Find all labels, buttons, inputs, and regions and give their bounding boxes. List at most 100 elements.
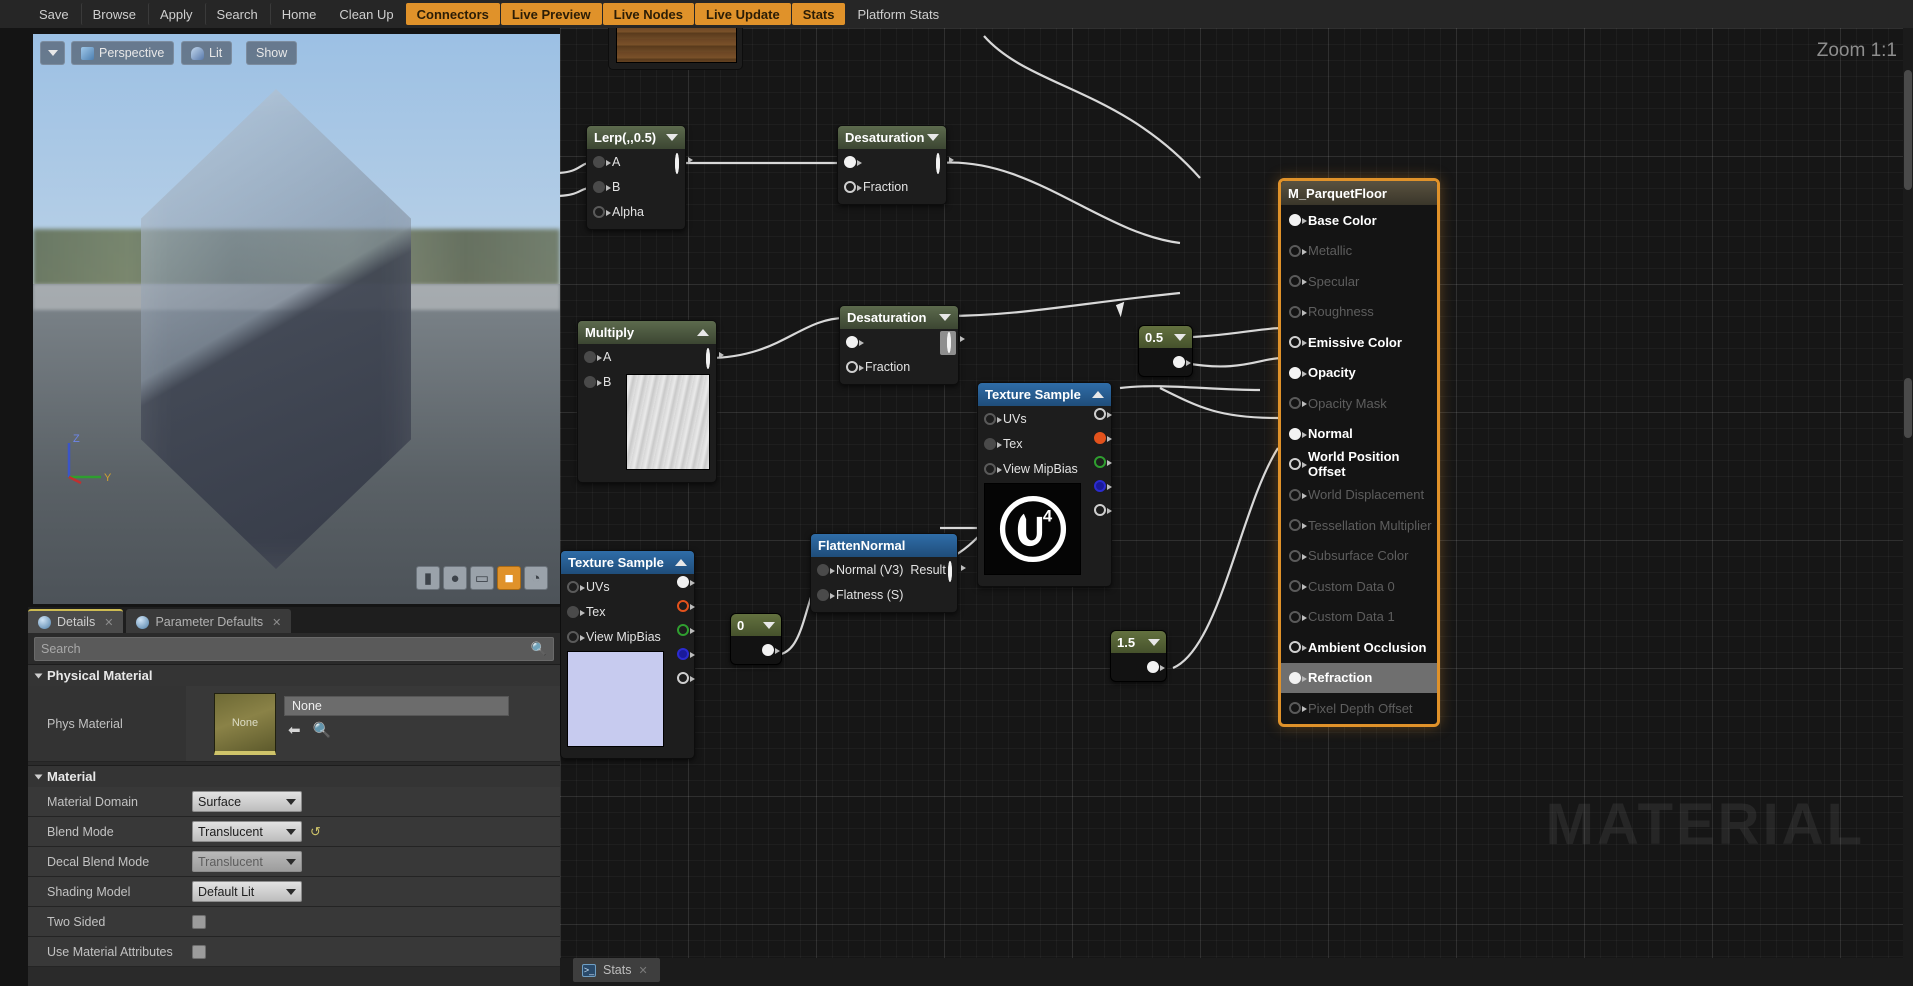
pin-dot-b[interactable]	[1094, 480, 1112, 492]
toolbar-button-search[interactable]: Search	[204, 3, 269, 25]
pin-dot[interactable]	[817, 588, 835, 601]
pin-dot[interactable]	[1289, 336, 1307, 349]
node-constant-zero[interactable]: 0	[730, 613, 782, 665]
pin-dot[interactable]	[1289, 641, 1307, 654]
pin-dot-r[interactable]	[677, 600, 695, 612]
pin-dot[interactable]	[584, 350, 602, 363]
pin-dot[interactable]	[1289, 580, 1307, 593]
node-header[interactable]: 0.5	[1139, 326, 1192, 348]
material-pin-tessellation-multiplier[interactable]: Tessellation Multiplier	[1281, 510, 1437, 541]
node-material-output[interactable]: M_ParquetFloor Base Color Metallic Specula…	[1278, 178, 1440, 727]
reset-to-default-icon[interactable]: ↺	[310, 824, 321, 840]
toolbar-button-apply[interactable]: Apply	[148, 3, 204, 25]
pin-dot[interactable]	[846, 360, 864, 373]
pin-output[interactable]	[936, 153, 940, 174]
pin-dot[interactable]	[1289, 610, 1307, 623]
pin-output[interactable]	[940, 331, 956, 355]
toolbar-button-clean-up[interactable]: Clean Up	[328, 3, 404, 25]
combo-blend-mode[interactable]: Translucent	[192, 821, 302, 842]
combo-shading-model[interactable]: Default Lit	[192, 881, 302, 902]
preview-shape-teapot-button[interactable]: ◔	[524, 566, 548, 590]
pin-output[interactable]	[948, 561, 952, 582]
viewport-options-dropdown[interactable]	[40, 41, 65, 65]
material-pin-opacity-mask[interactable]: Opacity Mask	[1281, 388, 1437, 419]
node-header[interactable]: Texture Sample	[561, 551, 694, 574]
details-tab-details[interactable]: Details ✕	[28, 609, 124, 633]
material-pin-emissive-color[interactable]: Emissive Color	[1281, 327, 1437, 358]
pin-dot-a[interactable]	[1094, 504, 1112, 516]
material-pin-world-position-offset[interactable]: World Position Offset	[1281, 449, 1437, 480]
node-desaturation-top[interactable]: Desaturation Fraction	[837, 125, 947, 205]
pin-dot[interactable]	[817, 563, 835, 576]
node-header[interactable]: M_ParquetFloor	[1281, 181, 1437, 205]
material-pin-custom-data-0[interactable]: Custom Data 0	[1281, 571, 1437, 602]
pin-dot[interactable]	[1289, 458, 1307, 471]
pin-dot[interactable]	[947, 332, 951, 353]
pin-dot[interactable]	[984, 412, 1002, 425]
pin-input-a[interactable]: A	[578, 344, 611, 369]
section-header-physical-material[interactable]: Physical Material	[28, 664, 560, 686]
pin-input-fraction[interactable]: Fraction	[840, 354, 958, 379]
toolbar-button-stats[interactable]: Stats	[791, 3, 846, 25]
close-icon[interactable]: ✕	[272, 616, 281, 629]
combo-decal-blend-mode[interactable]: Translucent	[192, 851, 302, 872]
scrollbar-thumb[interactable]	[1904, 70, 1912, 190]
pin-dot-a[interactable]	[677, 672, 695, 684]
checkbox-two-sided[interactable]	[192, 914, 206, 929]
phys-material-thumbnail[interactable]: None	[214, 693, 276, 755]
node-texture-sample-bottom[interactable]: Texture Sample UVs Tex View MipBias	[560, 550, 695, 759]
pin-input-normal[interactable]: Normal (V3) Result	[811, 557, 957, 582]
material-pin-pixel-depth-offset[interactable]: Pixel Depth Offset	[1281, 693, 1437, 724]
pin-dot[interactable]	[1289, 549, 1307, 562]
stats-tab[interactable]: >_ Stats ✕	[573, 958, 660, 982]
pin-dot[interactable]	[984, 437, 1002, 450]
toolbar-button-live-nodes[interactable]: Live Nodes	[602, 3, 694, 25]
preview-shape-plane-button[interactable]: ▭	[470, 566, 494, 590]
node-constant-half[interactable]: 0.5	[1138, 325, 1193, 377]
preview-shape-cylinder-button[interactable]: ▮	[416, 566, 440, 590]
pin-dot[interactable]	[844, 180, 862, 193]
pin-dot[interactable]	[1289, 305, 1307, 318]
pin-dot[interactable]	[567, 630, 585, 643]
pin-dot[interactable]	[1289, 366, 1307, 379]
node-header[interactable]: 1.5	[1111, 631, 1166, 653]
node-lerp[interactable]: Lerp(,,0.5) A B Alpha	[586, 125, 686, 230]
graph-vertical-scrollbar[interactable]	[1903, 28, 1913, 958]
pin-dot[interactable]	[1289, 671, 1307, 684]
chevron-down-icon[interactable]	[763, 621, 775, 629]
node-header[interactable]: Lerp(,,0.5)	[587, 126, 685, 149]
toolbar-button-platform-stats[interactable]: Platform Stats	[846, 3, 950, 25]
node-header[interactable]: FlattenNormal	[811, 534, 957, 557]
pin-dot[interactable]	[1289, 397, 1307, 410]
pin-dot[interactable]	[762, 644, 780, 656]
node-header[interactable]: Desaturation	[840, 306, 958, 329]
node-flatten-normal[interactable]: FlattenNormal Normal (V3) Result Flatnes…	[810, 533, 958, 613]
chevron-down-icon[interactable]	[939, 314, 951, 321]
details-search-input[interactable]	[41, 642, 531, 656]
pin-dot-g[interactable]	[677, 624, 695, 636]
pin-dot[interactable]	[593, 180, 611, 193]
viewport-view-mode-button[interactable]: Lit	[181, 41, 233, 65]
chevron-down-icon[interactable]	[1174, 333, 1186, 341]
pin-dot[interactable]	[984, 462, 1002, 475]
close-icon[interactable]: ✕	[104, 616, 113, 629]
toolbar-button-home[interactable]: Home	[269, 3, 328, 25]
pin-dot[interactable]	[706, 348, 710, 369]
pin-dot[interactable]	[1173, 356, 1191, 368]
pin-input-tex[interactable]: Tex	[978, 431, 1111, 456]
material-pin-custom-data-1[interactable]: Custom Data 1	[1281, 602, 1437, 633]
chevron-up-icon[interactable]	[697, 329, 709, 336]
pin-dot-rgb[interactable]	[1094, 408, 1112, 420]
pin-dot[interactable]	[593, 155, 611, 168]
toolbar-button-save[interactable]: Save	[28, 3, 80, 25]
pin-input-uvs[interactable]: UVs	[978, 406, 1111, 431]
pin-dot[interactable]	[1289, 488, 1307, 501]
node-desaturation-mid[interactable]: Desaturation Fraction	[839, 305, 959, 385]
toolbar-button-live-preview[interactable]: Live Preview	[500, 3, 602, 25]
node-multiply[interactable]: Multiply A B	[577, 320, 717, 483]
material-pin-opacity[interactable]: Opacity	[1281, 358, 1437, 389]
pin-input-b[interactable]: B	[587, 174, 685, 199]
pin-dot[interactable]	[1289, 275, 1307, 288]
node-texture-sample-top[interactable]: Texture Sample UVs Tex View MipBias 4	[977, 382, 1112, 587]
details-search-row[interactable]: 🔍	[34, 637, 554, 661]
